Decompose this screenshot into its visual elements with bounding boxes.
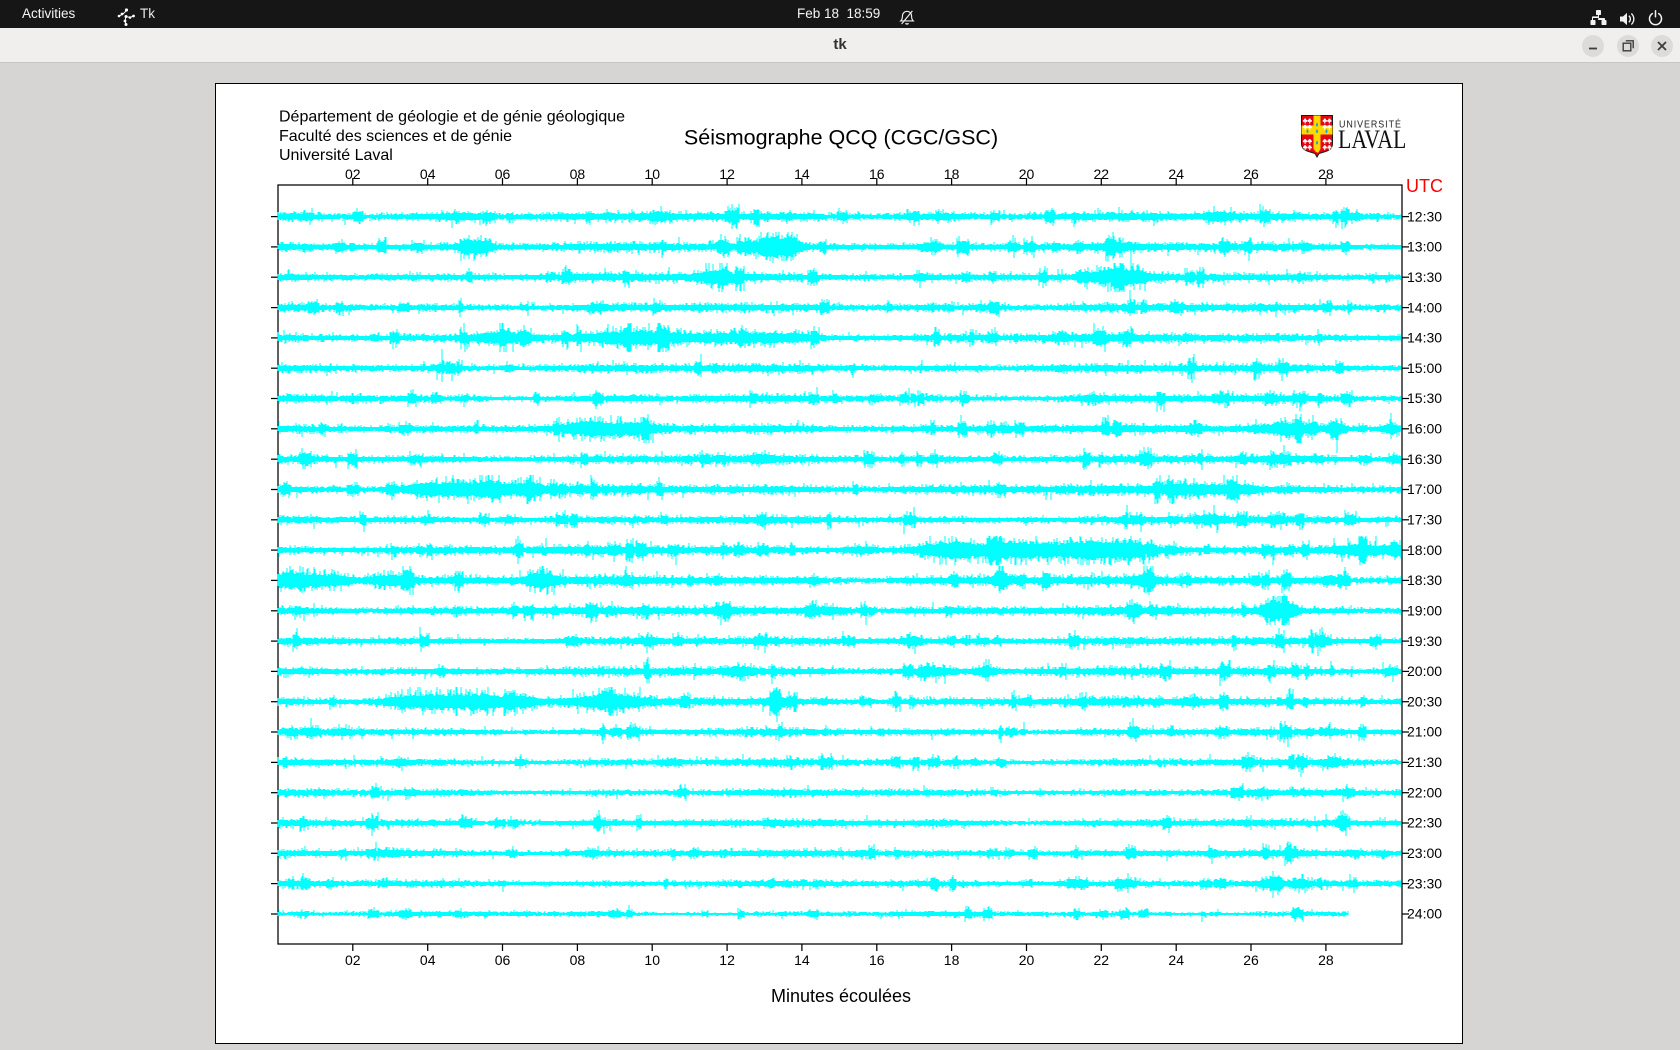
svg-text:15:30: 15:30 xyxy=(1407,390,1442,406)
svg-text:23:00: 23:00 xyxy=(1407,845,1442,861)
svg-text:14:00: 14:00 xyxy=(1407,299,1442,315)
svg-text:12:30: 12:30 xyxy=(1407,208,1442,224)
svg-text:18:30: 18:30 xyxy=(1407,572,1442,588)
svg-text:14:30: 14:30 xyxy=(1407,330,1442,346)
svg-text:21:00: 21:00 xyxy=(1407,724,1442,740)
svg-text:06: 06 xyxy=(495,952,511,968)
svg-text:20: 20 xyxy=(1019,952,1035,968)
svg-text:26: 26 xyxy=(1243,952,1259,968)
svg-text:UTC: UTC xyxy=(1406,176,1443,196)
svg-text:24:00: 24:00 xyxy=(1407,906,1442,922)
svg-text:LAVAL: LAVAL xyxy=(1338,126,1406,154)
svg-text:15:00: 15:00 xyxy=(1407,360,1442,376)
svg-text:Université Laval: Université Laval xyxy=(279,147,393,164)
svg-text:22:30: 22:30 xyxy=(1407,815,1442,831)
svg-text:18:00: 18:00 xyxy=(1407,542,1442,558)
svg-text:22:00: 22:00 xyxy=(1407,784,1442,800)
svg-text:19:30: 19:30 xyxy=(1407,633,1442,649)
svg-text:21:30: 21:30 xyxy=(1407,754,1442,770)
svg-text:10: 10 xyxy=(644,952,660,968)
svg-text:19:00: 19:00 xyxy=(1407,603,1442,619)
svg-text:28: 28 xyxy=(1318,952,1334,968)
svg-text:Séismographe QCQ (CGC/GSC): Séismographe QCQ (CGC/GSC) xyxy=(684,126,998,150)
svg-text:Faculté des sciences et de gén: Faculté des sciences et de génie xyxy=(279,128,512,145)
svg-text:14: 14 xyxy=(794,952,810,968)
svg-text:20:00: 20:00 xyxy=(1407,663,1442,679)
svg-text:17:30: 17:30 xyxy=(1407,512,1442,528)
svg-text:18: 18 xyxy=(944,952,960,968)
svg-text:17:00: 17:00 xyxy=(1407,481,1442,497)
svg-text:23:30: 23:30 xyxy=(1407,875,1442,891)
svg-text:16:30: 16:30 xyxy=(1407,451,1442,467)
svg-text:04: 04 xyxy=(420,952,436,968)
svg-text:Minutes écoulées: Minutes écoulées xyxy=(771,986,911,1006)
svg-text:02: 02 xyxy=(345,952,361,968)
svg-text:16:00: 16:00 xyxy=(1407,421,1442,437)
svg-text:24: 24 xyxy=(1168,952,1184,968)
svg-text:20:30: 20:30 xyxy=(1407,693,1442,709)
svg-text:13:00: 13:00 xyxy=(1407,239,1442,255)
svg-text:08: 08 xyxy=(570,952,586,968)
svg-text:16: 16 xyxy=(869,952,885,968)
svg-text:12: 12 xyxy=(719,952,735,968)
svg-text:Département de géologie et de: Département de géologie et de génie géol… xyxy=(279,109,625,126)
svg-text:22: 22 xyxy=(1094,952,1110,968)
svg-text:13:30: 13:30 xyxy=(1407,269,1442,285)
